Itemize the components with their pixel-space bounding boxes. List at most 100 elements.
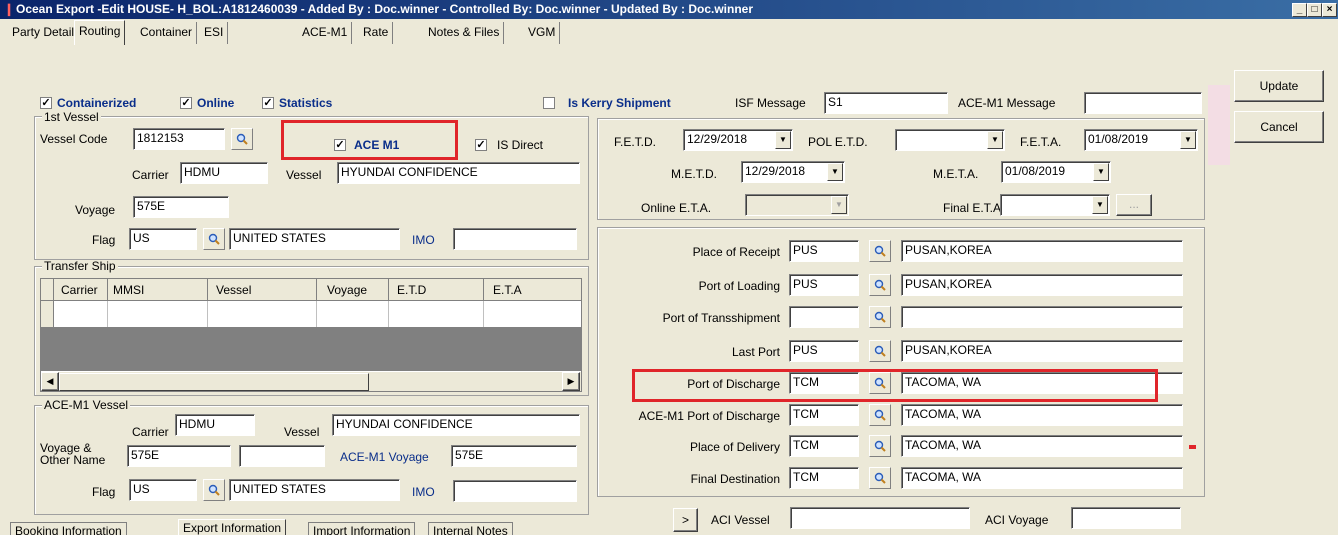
column-header[interactable]: MMSI	[113, 282, 144, 298]
column-header[interactable]: Voyage	[327, 282, 367, 298]
online-checkbox[interactable]: ✓	[180, 97, 192, 109]
tab-import-information[interactable]: Import Information	[308, 522, 416, 535]
column-header[interactable]: E.T.D	[397, 282, 426, 298]
feta-select[interactable]: 01/08/2019 ▼	[1084, 129, 1198, 151]
aci-voyage-label: ACI Voyage	[985, 513, 1049, 527]
fetd-select[interactable]: 12/29/2018 ▼	[683, 129, 793, 151]
chevron-down-icon[interactable]: ▼	[775, 131, 791, 149]
port-search-button[interactable]	[869, 467, 891, 489]
grid-header: Carrier MMSI Vessel Voyage E.T.D E.T.A	[41, 279, 581, 301]
tab-ace-m1[interactable]: ACE-M1	[298, 22, 353, 44]
port-name-input[interactable]: TACOMA, WA	[901, 467, 1183, 489]
port-search-button[interactable]	[869, 435, 891, 457]
tab-routing[interactable]: Routing	[74, 20, 126, 45]
vessel-input[interactable]: HYUNDAI CONFIDENCE	[337, 162, 580, 184]
acem1-flag-search-button[interactable]	[203, 479, 225, 501]
tab-container[interactable]: Container	[136, 22, 198, 44]
maximize-button[interactable]: □	[1307, 3, 1322, 17]
acem1-country-input[interactable]: UNITED STATES	[229, 479, 400, 501]
magnifier-icon	[874, 345, 886, 357]
magnifier-icon	[874, 311, 886, 323]
port-name-input[interactable]: TACOMA, WA	[901, 435, 1183, 457]
port-search-button[interactable]	[869, 306, 891, 328]
is-direct-label: IS Direct	[497, 138, 544, 152]
acem1-voyage-field[interactable]: 575E	[451, 445, 577, 467]
imo-input[interactable]	[453, 228, 577, 250]
is-direct-checkbox[interactable]: ✓	[475, 139, 487, 151]
acem1-message-input[interactable]	[1084, 92, 1202, 114]
acem1-imo-input[interactable]	[453, 480, 577, 502]
acem1-imo-label: IMO	[412, 485, 435, 499]
port-code-input[interactable]: TCM	[789, 404, 859, 426]
horizontal-scrollbar[interactable]: ◀ ▶	[41, 371, 581, 391]
containerized-checkbox[interactable]: ✓	[40, 97, 52, 109]
is-kerry-checkbox[interactable]	[543, 97, 555, 109]
column-header[interactable]: E.T.A	[493, 282, 522, 298]
vessel-code-input[interactable]: 1812153	[133, 128, 225, 150]
transfer-ship-grid[interactable]: Carrier MMSI Vessel Voyage E.T.D E.T.A ◀…	[40, 278, 582, 392]
port-name-input[interactable]: TACOMA, WA	[901, 404, 1183, 426]
acem1-flag-input[interactable]: US	[129, 479, 197, 501]
aci-vessel-input[interactable]	[790, 507, 970, 529]
port-name-input[interactable]: PUSAN,KOREA	[901, 340, 1183, 362]
close-button[interactable]: ×	[1322, 3, 1337, 17]
row-selector[interactable]	[41, 301, 54, 327]
chevron-down-icon[interactable]: ▼	[1093, 163, 1109, 181]
tab-internal-notes[interactable]: Internal Notes	[428, 522, 513, 535]
port-code-input[interactable]	[789, 306, 859, 328]
port-search-button[interactable]	[869, 240, 891, 262]
magnifier-icon	[874, 245, 886, 257]
port-code-input[interactable]: TCM	[789, 467, 859, 489]
vessel-code-search-button[interactable]	[231, 128, 253, 150]
flag-country-input[interactable]: UNITED STATES	[229, 228, 400, 250]
statistics-checkbox[interactable]: ✓	[262, 97, 274, 109]
final-eta-more-button[interactable]: ...	[1116, 194, 1152, 216]
aci-expand-button[interactable]: >	[673, 508, 698, 532]
scroll-thumb[interactable]	[59, 373, 369, 391]
acem1-other-name-input[interactable]	[239, 445, 325, 467]
port-code-input[interactable]: PUS	[789, 340, 859, 362]
tab-vgm[interactable]: VGM	[524, 22, 561, 44]
acem1-vessel-input[interactable]: HYUNDAI CONFIDENCE	[332, 414, 580, 436]
port-code-input[interactable]: TCM	[789, 435, 859, 457]
tab-party-detail[interactable]: Party Detail	[8, 22, 80, 44]
port-name-input[interactable]	[901, 306, 1183, 328]
pol-etd-select[interactable]: ▼	[895, 129, 1005, 151]
aci-voyage-input[interactable]	[1071, 507, 1181, 529]
acem1-carrier-input[interactable]: HDMU	[175, 414, 255, 436]
isf-message-input[interactable]: S1	[824, 92, 948, 114]
grid-row[interactable]	[54, 301, 581, 327]
acem1-voyage-input[interactable]: 575E	[127, 445, 231, 467]
chevron-down-icon[interactable]: ▼	[987, 131, 1003, 149]
tab-notes-files[interactable]: Notes & Files	[424, 22, 505, 44]
chevron-down-icon[interactable]: ▼	[1092, 196, 1108, 214]
port-name-input[interactable]: PUSAN,KOREA	[901, 240, 1183, 262]
tab-export-information[interactable]: Export Information	[178, 519, 287, 535]
flag-input[interactable]: US	[129, 228, 197, 250]
pol-etd-label: POL E.T.D.	[808, 135, 868, 149]
port-search-button[interactable]	[869, 274, 891, 296]
port-search-button[interactable]	[869, 404, 891, 426]
tab-booking-information[interactable]: Booking Information	[10, 522, 127, 535]
port-search-button[interactable]	[869, 340, 891, 362]
chevron-down-icon[interactable]: ▼	[827, 163, 843, 181]
cancel-button[interactable]: Cancel	[1234, 111, 1324, 143]
chevron-down-icon[interactable]: ▼	[1180, 131, 1196, 149]
column-header[interactable]: Vessel	[216, 282, 251, 298]
port-code-input[interactable]: PUS	[789, 274, 859, 296]
carrier-input[interactable]: HDMU	[180, 162, 268, 184]
tab-esi[interactable]: ESI	[200, 22, 229, 44]
update-button[interactable]: Update	[1234, 70, 1324, 102]
minimize-button[interactable]: _	[1292, 3, 1307, 17]
column-header[interactable]: Carrier	[61, 282, 98, 298]
port-name-input[interactable]: PUSAN,KOREA	[901, 274, 1183, 296]
tab-rate[interactable]: Rate	[359, 22, 394, 44]
final-eta-select[interactable]: ▼	[1000, 194, 1110, 216]
scroll-left-button[interactable]: ◀	[41, 372, 59, 391]
voyage-input[interactable]: 575E	[133, 196, 229, 218]
scroll-right-button[interactable]: ▶	[562, 372, 580, 391]
flag-search-button[interactable]	[203, 228, 225, 250]
meta-select[interactable]: 01/08/2019 ▼	[1001, 161, 1111, 183]
metd-select[interactable]: 12/29/2018 ▼	[741, 161, 845, 183]
port-code-input[interactable]: PUS	[789, 240, 859, 262]
